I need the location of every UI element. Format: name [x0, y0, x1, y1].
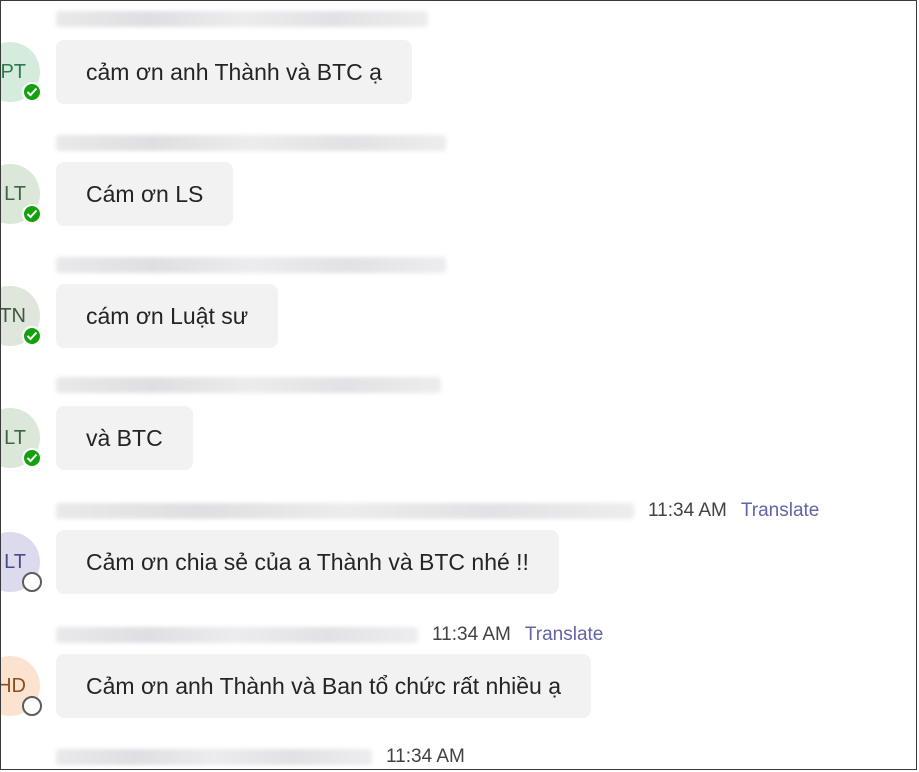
translate-link[interactable]: Translate	[741, 500, 820, 522]
message-header	[56, 370, 441, 400]
message-bubble[interactable]: và BTC	[56, 406, 193, 470]
message-timestamp: 11:34 AM	[386, 746, 465, 767]
message-bubble[interactable]: Cảm ơn chia sẻ của a Thành và BTC nhé !!	[56, 530, 559, 594]
translate-link[interactable]: Translate	[525, 624, 604, 646]
message-bubble[interactable]: cảm ơn anh Thành và BTC ạ	[56, 40, 412, 104]
avatar-initials: HD	[0, 674, 26, 697]
chat-thread: PT cảm ơn anh Thành và BTC ạ LT Cám ơn L…	[0, 0, 919, 772]
message-text: Cảm ơn anh Thành và Ban tổ chức rất nhiề…	[86, 672, 562, 699]
message-header: 11:34 AM Translate	[56, 620, 603, 650]
status-offline-icon	[22, 572, 42, 592]
status-available-icon	[22, 326, 42, 346]
sender-name-redacted	[56, 135, 446, 151]
message-header	[56, 4, 428, 34]
message-text: cám ơn Luật sư	[86, 302, 249, 329]
message-header: 11:34 AM Translate	[56, 496, 819, 526]
message-header: 11:34 AM	[56, 742, 465, 772]
message-text: và BTC	[86, 424, 163, 451]
message-text: cảm ơn anh Thành và BTC ạ	[86, 58, 382, 85]
message-text: Cám ơn LS	[86, 180, 204, 207]
status-offline-icon	[22, 696, 42, 716]
message-timestamp: 11:34 AM	[648, 500, 727, 521]
avatar-initials: LT	[4, 550, 26, 573]
sender-name-redacted	[56, 257, 446, 273]
sender-name-redacted	[56, 627, 418, 643]
sender-name-redacted	[56, 749, 372, 765]
sender-name-redacted	[56, 377, 441, 393]
sender-name-redacted	[56, 11, 428, 27]
status-available-icon	[22, 204, 42, 224]
status-available-icon	[22, 82, 42, 102]
message-bubble[interactable]: Cảm ơn anh Thành và Ban tổ chức rất nhiề…	[56, 654, 592, 718]
message-timestamp: 11:34 AM	[432, 624, 511, 645]
avatar-initials: TN	[0, 304, 26, 327]
message-bubble[interactable]: cám ơn Luật sư	[56, 284, 279, 348]
message-header	[56, 128, 446, 158]
message-header	[56, 250, 446, 280]
message-text: Cảm ơn chia sẻ của a Thành và BTC nhé !!	[86, 548, 529, 575]
sender-name-redacted	[56, 503, 634, 519]
avatar-initials: PT	[0, 60, 26, 83]
avatar-initials: LT	[4, 182, 26, 205]
message-bubble[interactable]: Cám ơn LS	[56, 162, 234, 226]
status-available-icon	[22, 448, 42, 468]
avatar-initials: LT	[4, 426, 26, 449]
